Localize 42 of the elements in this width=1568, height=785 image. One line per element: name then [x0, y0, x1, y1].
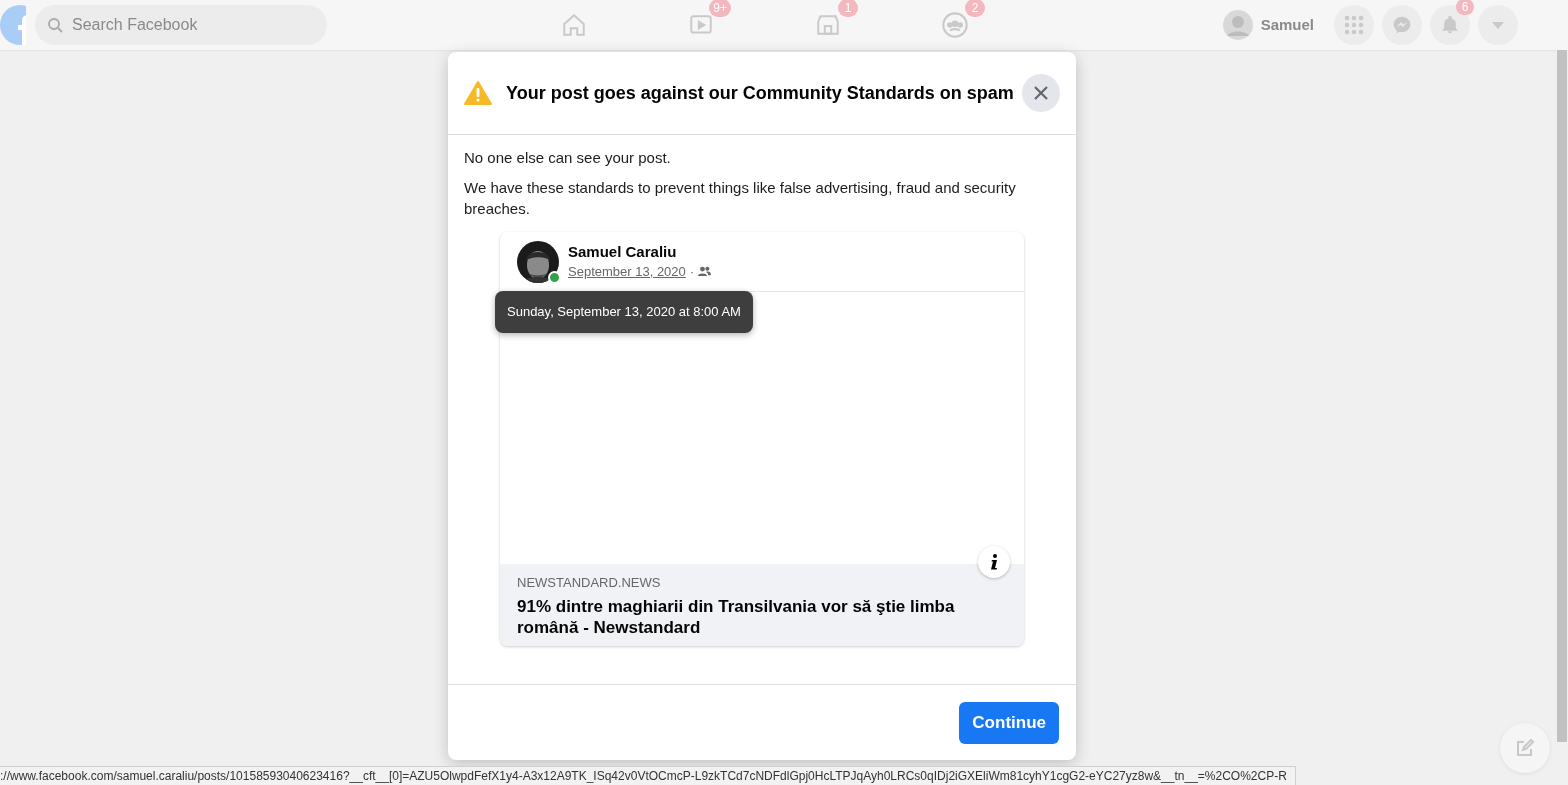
nav-tab[interactable] [560, 11, 588, 39]
friends-icon [698, 266, 712, 277]
close-button[interactable] [1022, 74, 1060, 112]
link-title: 91% dintre maghiarii din Transilvania vor să ştie limba română - Newstandard [517, 596, 956, 638]
info-button[interactable] [978, 546, 1010, 578]
edit-icon [1515, 738, 1535, 758]
tooltip: Sunday, September 13, 2020 at 8:00 AM [495, 291, 753, 333]
status-url: ://www.facebook.com/samuel.caraliu/posts/10158593040623416?__cft__[0]=AZU5OlwpdFefX1y4-A3x12A9TK_ISq42v0VtOCmcP-L9zkTCd7cNDFdlGpj0HcLTPJqAyh0LRCs0qIDj2iGXEliWm81cyhY1cgG2-eYC27yz8w&__tn__=%2CO%2CP-R [0, 766, 1296, 785]
notification-badge: 1 [838, 0, 858, 17]
warning-icon [464, 81, 492, 105]
search-icon [47, 17, 63, 33]
scrollbar-thumb[interactable] [1557, 50, 1567, 742]
header-action-button[interactable] [1382, 5, 1422, 45]
separator: · [689, 262, 695, 281]
search-field[interactable]: Search Facebook [35, 5, 327, 45]
post-author[interactable]: Samuel Caraliu [568, 241, 712, 262]
dialog-text: No one else can see your post. [464, 148, 672, 168]
caret-icon [1491, 20, 1505, 30]
close-icon [1033, 85, 1049, 101]
bell-icon [1440, 15, 1460, 35]
post-date-link[interactable]: September 13, 2020 [568, 261, 686, 282]
dialog-text: We have these standards to prevent things like false advertising, fraud and security breaches. [464, 178, 1017, 219]
header-action-button[interactable] [1478, 5, 1518, 45]
header-action-button[interactable] [1334, 5, 1374, 45]
group-icon [941, 11, 969, 39]
nav-tab[interactable] [941, 11, 969, 39]
notification-badge: 6 [1456, 0, 1474, 15]
grid-icon [1344, 15, 1364, 35]
notification-badge: 9+ [709, 0, 731, 17]
link-domain: NEWSTANDARD.NEWS [517, 575, 662, 591]
avatar-icon [1222, 10, 1253, 40]
notification-badge: 2 [965, 0, 985, 17]
messenger-icon [1392, 15, 1412, 35]
profile-name: Samuel [1260, 14, 1314, 35]
home-icon [561, 12, 587, 38]
store-icon [815, 12, 841, 38]
link-preview[interactable]: NEWSTANDARD.NEWS 91% dintre maghiarii din Transilvania vor să ştie limba română - Newstandard [500, 564, 1024, 646]
profile-chip[interactable]: Samuel [1218, 7, 1326, 43]
dialog-title: Your post goes against our Community Standards on spam [506, 81, 1014, 105]
continue-button[interactable]: Continue [959, 701, 1059, 744]
info-icon [990, 554, 998, 570]
new-message-button[interactable] [1500, 723, 1550, 773]
